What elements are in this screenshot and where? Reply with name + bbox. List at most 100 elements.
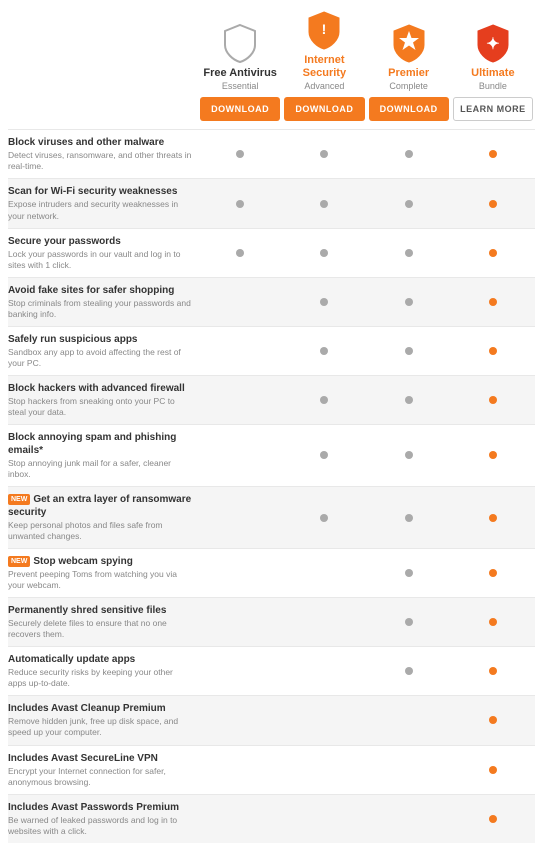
partial-dot [405, 667, 413, 675]
feature-text-cell: Scan for Wi-Fi security weaknessesExpose… [8, 185, 198, 221]
partial-dot [405, 249, 413, 257]
partial-dot [320, 150, 328, 158]
internet-security-shield-icon: ! [284, 10, 364, 50]
included-dot [489, 569, 497, 577]
dot-cell [282, 200, 366, 208]
feature-text-cell: Includes Avast Cleanup PremiumRemove hid… [8, 702, 198, 738]
included-dot [489, 347, 497, 355]
feature-row: Block viruses and other malwareDetect vi… [8, 129, 535, 178]
dot-cell [367, 150, 451, 158]
feature-desc: Encrypt your Internet connection for saf… [8, 766, 192, 788]
svg-text:✦: ✦ [486, 36, 499, 53]
partial-dot [320, 249, 328, 257]
dot-cell [282, 249, 366, 257]
feature-row: NEWStop webcam spyingPrevent peeping Tom… [8, 548, 535, 597]
dot-cell [451, 150, 535, 158]
dot-cell [451, 766, 535, 774]
feature-desc: Lock your passwords in our vault and log… [8, 249, 192, 271]
feature-desc: Expose intruders and security weaknesses… [8, 199, 192, 221]
dot-cell [282, 298, 366, 306]
included-dot [489, 200, 497, 208]
dot-cell [367, 667, 451, 675]
download-internet-security-button[interactable]: DOWNLOAD [284, 97, 364, 121]
included-dot [489, 249, 497, 257]
feature-title: NEWStop webcam spying [8, 555, 192, 568]
partial-dot [405, 514, 413, 522]
feature-desc: Prevent peeping Toms from watching you v… [8, 569, 192, 591]
feature-text-cell: Permanently shred sensitive filesSecurel… [8, 604, 198, 640]
feature-row: Secure your passwordsLock your passwords… [8, 228, 535, 277]
partial-dot [405, 396, 413, 404]
included-dot [489, 815, 497, 823]
partial-dot [236, 200, 244, 208]
feature-desc: Detect viruses, ransomware, and other th… [8, 150, 192, 172]
feature-row: Includes Avast SecureLine VPNEncrypt you… [8, 745, 535, 794]
feature-text-cell: Safely run suspicious appsSandbox any ap… [8, 333, 198, 369]
feature-title: Block hackers with advanced firewall [8, 382, 192, 395]
plan-ultimate: ✦ Ultimate Bundle [451, 23, 535, 91]
partial-dot [405, 347, 413, 355]
plan-internet-security: ! Internet Security Advanced [282, 10, 366, 91]
feature-row: Automatically update appsReduce security… [8, 646, 535, 695]
included-dot [489, 766, 497, 774]
partial-dot [320, 396, 328, 404]
feature-title: Secure your passwords [8, 235, 192, 248]
dot-cell [451, 716, 535, 724]
feature-title: Scan for Wi-Fi security weaknesses [8, 185, 192, 198]
dot-cell [367, 618, 451, 626]
feature-text-cell: NEWGet an extra layer of ransomware secu… [8, 493, 198, 542]
dot-cell [198, 249, 282, 257]
partial-dot [405, 618, 413, 626]
dot-cell [451, 249, 535, 257]
included-dot [489, 150, 497, 158]
dot-cell [451, 396, 535, 404]
feature-desc: Securely delete files to ensure that no … [8, 618, 192, 640]
dot-cell [451, 451, 535, 459]
included-dot [489, 618, 497, 626]
partial-dot [320, 200, 328, 208]
feature-desc: Reduce security risks by keeping your ot… [8, 667, 192, 689]
dot-cell [451, 618, 535, 626]
dot-cell [367, 347, 451, 355]
feature-desc: Keep personal photos and files safe from… [8, 520, 192, 542]
dot-cell [451, 514, 535, 522]
feature-row: NEWGet an extra layer of ransomware secu… [8, 486, 535, 548]
dot-cell [367, 451, 451, 459]
included-dot [489, 667, 497, 675]
dot-cell [367, 396, 451, 404]
new-badge: NEW [8, 494, 30, 505]
partial-dot [405, 200, 413, 208]
included-dot [489, 451, 497, 459]
dot-cell [367, 298, 451, 306]
partial-dot [405, 569, 413, 577]
plan-free: Free Antivirus Essential [198, 23, 282, 91]
feature-desc: Stop annoying junk mail for a safer, cle… [8, 458, 192, 480]
download-free-button[interactable]: DOWNLOAD [200, 97, 280, 121]
dot-cell [198, 150, 282, 158]
partial-dot [236, 150, 244, 158]
dot-cell [367, 569, 451, 577]
feature-row: Permanently shred sensitive filesSecurel… [8, 597, 535, 646]
partial-dot [405, 298, 413, 306]
feature-text-cell: Includes Avast SecureLine VPNEncrypt you… [8, 752, 198, 788]
dot-cell [367, 249, 451, 257]
dot-cell [451, 298, 535, 306]
new-badge: NEW [8, 556, 30, 567]
feature-text-cell: Block hackers with advanced firewallStop… [8, 382, 198, 418]
svg-text:!: ! [322, 21, 327, 37]
dot-cell [367, 200, 451, 208]
feature-title: Avoid fake sites for safer shopping [8, 284, 192, 297]
included-dot [489, 514, 497, 522]
learn-more-ultimate-button[interactable]: LEARN MORE [453, 97, 533, 121]
feature-row: Block hackers with advanced firewallStop… [8, 375, 535, 424]
included-dot [489, 298, 497, 306]
feature-title: Block viruses and other malware [8, 136, 192, 149]
dot-cell [282, 396, 366, 404]
plan-premier: Premier Complete [367, 23, 451, 91]
dot-cell [282, 451, 366, 459]
dot-cell [451, 200, 535, 208]
comparison-table: Free Antivirus Essential ! Internet Secu… [0, 0, 543, 853]
button-row: DOWNLOAD DOWNLOAD DOWNLOAD LEARN MORE [8, 97, 535, 121]
download-premier-button[interactable]: DOWNLOAD [369, 97, 449, 121]
dot-cell [451, 815, 535, 823]
